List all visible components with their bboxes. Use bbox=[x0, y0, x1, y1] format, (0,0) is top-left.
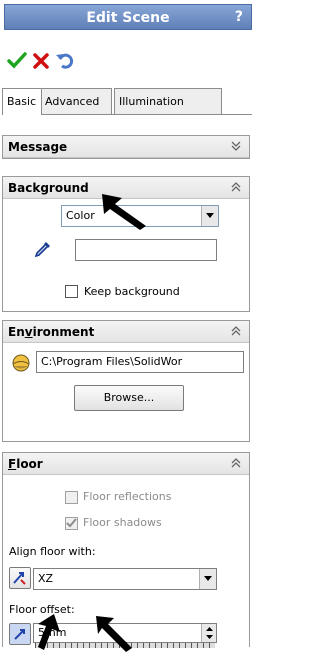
align-floor-value: XZ bbox=[38, 572, 54, 585]
tab-basic[interactable]: Basic bbox=[2, 88, 42, 115]
keep-background-checkbox[interactable] bbox=[65, 285, 78, 298]
environment-path-field[interactable]: C:\Program Files\SolidWor bbox=[36, 351, 244, 373]
floor-reflections-checkbox[interactable] bbox=[65, 491, 78, 504]
align-floor-select[interactable]: XZ bbox=[33, 568, 217, 590]
floor-shadows-checkbox[interactable] bbox=[65, 517, 78, 530]
offset-thumbwheel[interactable] bbox=[35, 643, 215, 648]
floor-offset-value: 5mm bbox=[38, 626, 67, 639]
background-header[interactable]: Background bbox=[3, 177, 249, 199]
floor-header[interactable]: Floor bbox=[3, 453, 249, 475]
chevron-down-icon[interactable] bbox=[199, 569, 216, 589]
chevron-up-icon[interactable] bbox=[229, 180, 243, 194]
tab-illumination[interactable]: Illumination bbox=[114, 88, 222, 114]
message-header[interactable]: Message bbox=[3, 136, 249, 158]
environment-path-value: C:\Program Files\SolidWor bbox=[41, 355, 183, 368]
chevron-up-icon[interactable] bbox=[229, 324, 243, 338]
message-title: Message bbox=[8, 140, 68, 154]
align-floor-label: Align floor with: bbox=[9, 545, 96, 558]
ok-check-icon[interactable] bbox=[6, 50, 28, 72]
keep-background-label: Keep background bbox=[84, 285, 180, 298]
checkmark-icon bbox=[66, 518, 77, 528]
help-icon[interactable]: ? bbox=[235, 9, 243, 25]
floor-shadows-label: Floor shadows bbox=[83, 516, 162, 529]
spinner-arrows-icon[interactable] bbox=[201, 624, 216, 642]
flip-offset-icon[interactable] bbox=[9, 623, 31, 645]
browse-button[interactable]: Browse... bbox=[74, 385, 184, 411]
edit-scene-panel: Edit Scene ? Basic Advanced Illumination… bbox=[0, 0, 256, 652]
panel-title: Edit Scene bbox=[86, 10, 170, 26]
title-bar: Edit Scene ? bbox=[4, 4, 252, 30]
environment-header[interactable]: Environment bbox=[3, 321, 249, 343]
environment-group: Environment C:\Program Files\SolidWor Br… bbox=[2, 320, 250, 442]
background-type-select[interactable]: Color bbox=[61, 205, 219, 227]
floor-title: Floor bbox=[8, 457, 43, 471]
environment-sphere-icon bbox=[11, 353, 31, 373]
message-group: Message bbox=[2, 135, 250, 159]
floor-reflections-label: Floor reflections bbox=[83, 490, 172, 503]
floor-offset-label: Floor offset: bbox=[9, 603, 75, 616]
axis-direction-icon[interactable] bbox=[9, 567, 31, 589]
undo-icon[interactable] bbox=[54, 50, 76, 72]
eyedropper-icon[interactable] bbox=[33, 239, 53, 259]
chevron-down-icon[interactable] bbox=[201, 206, 218, 226]
environment-title: Environment bbox=[8, 325, 95, 339]
tab-advanced[interactable]: Advanced bbox=[40, 88, 112, 114]
chevron-up-icon[interactable] bbox=[229, 456, 243, 470]
background-title: Background bbox=[8, 181, 89, 195]
cancel-x-icon[interactable] bbox=[30, 50, 52, 72]
background-color-field[interactable] bbox=[75, 239, 217, 261]
chevron-down-icon[interactable] bbox=[229, 139, 243, 153]
background-group: Background Color Keep background bbox=[2, 176, 250, 312]
floor-group: Floor Floor reflections Floor shadows Al… bbox=[2, 452, 250, 648]
background-type-value: Color bbox=[66, 209, 95, 222]
floor-offset-spinner[interactable]: 5mm bbox=[33, 623, 217, 643]
tab-strip: Basic Advanced Illumination bbox=[2, 88, 252, 115]
